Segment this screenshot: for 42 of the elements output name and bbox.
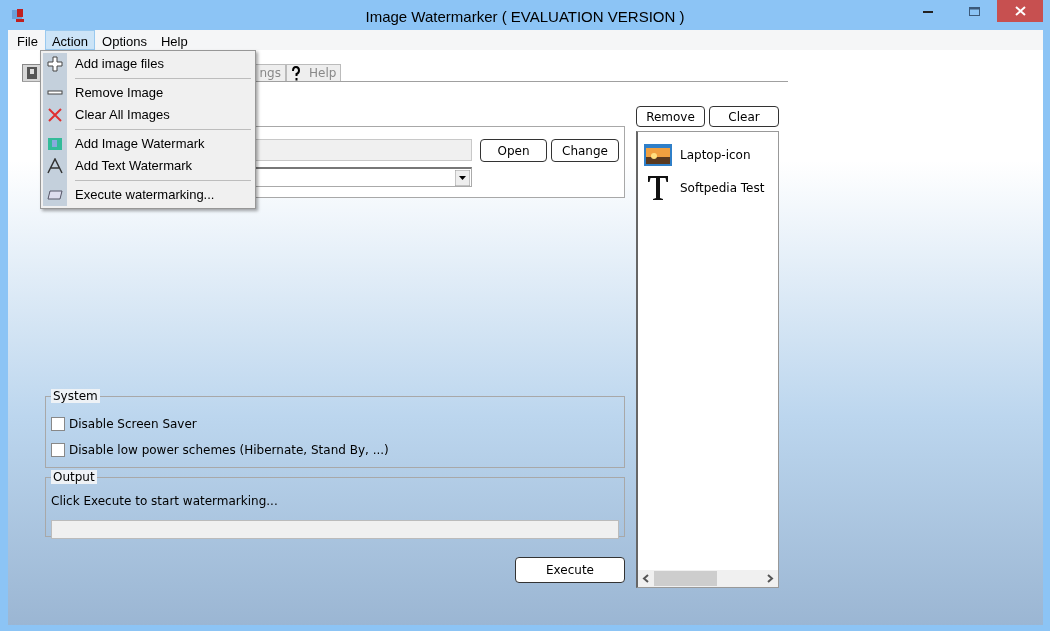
- group-label: System: [51, 389, 100, 403]
- folder-icon: [47, 190, 63, 200]
- help-icon: [291, 65, 301, 81]
- menu-item[interactable]: Add image files: [43, 53, 253, 75]
- checkbox[interactable]: [51, 443, 65, 457]
- change-button[interactable]: Change: [551, 139, 619, 162]
- dropdown-arrow-icon: [455, 170, 470, 186]
- menu-item[interactable]: Help: [153, 30, 195, 50]
- group-label: Output: [51, 470, 97, 484]
- menu-item[interactable]: File: [10, 30, 45, 50]
- plus-icon: [47, 56, 63, 72]
- menu-item[interactable]: Remove Image: [43, 82, 253, 104]
- horizontal-scrollbar[interactable]: [638, 570, 778, 587]
- checkbox[interactable]: [51, 417, 65, 431]
- menu-item[interactable]: Add Text Watermark: [43, 155, 253, 177]
- landscape-image-icon: [644, 143, 672, 166]
- close-icon: [1014, 6, 1026, 16]
- maximize-icon: [968, 6, 980, 16]
- checkbox-label: Disable Screen Saver: [69, 416, 197, 433]
- checkbox-label: Disable low power schemes (Hibernate, Stand By, ...): [69, 442, 389, 459]
- scroll-thumb[interactable]: [654, 571, 717, 586]
- status-message: Click Execute to start watermarking...: [51, 493, 279, 510]
- execute-button[interactable]: Execute: [515, 557, 625, 583]
- minus-icon: [47, 90, 63, 96]
- menu-item[interactable]: Add Image Watermark: [43, 133, 253, 155]
- clear-button[interactable]: Clear: [709, 106, 779, 127]
- x-icon: [48, 108, 62, 122]
- list-item[interactable]: Softpedia Test: [638, 171, 778, 204]
- window-title: Image Watermarker ( EVALUATION VERSION ): [364, 7, 686, 27]
- list-item[interactable]: Laptop-icon: [638, 138, 778, 171]
- image-icon: [27, 67, 37, 79]
- letter-a-icon: [47, 158, 63, 174]
- menu-item[interactable]: Clear All Images: [43, 104, 253, 126]
- app-icon: [11, 7, 27, 23]
- open-button[interactable]: Open: [480, 139, 547, 162]
- image-icon: [48, 138, 62, 150]
- menu-item[interactable]: Options: [95, 30, 154, 50]
- close-button[interactable]: [997, 0, 1043, 22]
- menu-item[interactable]: Action: [44, 30, 96, 50]
- menu-item[interactable]: Execute watermarking...: [43, 184, 253, 206]
- minimize-icon: [923, 9, 933, 13]
- remove-button[interactable]: Remove: [636, 106, 705, 127]
